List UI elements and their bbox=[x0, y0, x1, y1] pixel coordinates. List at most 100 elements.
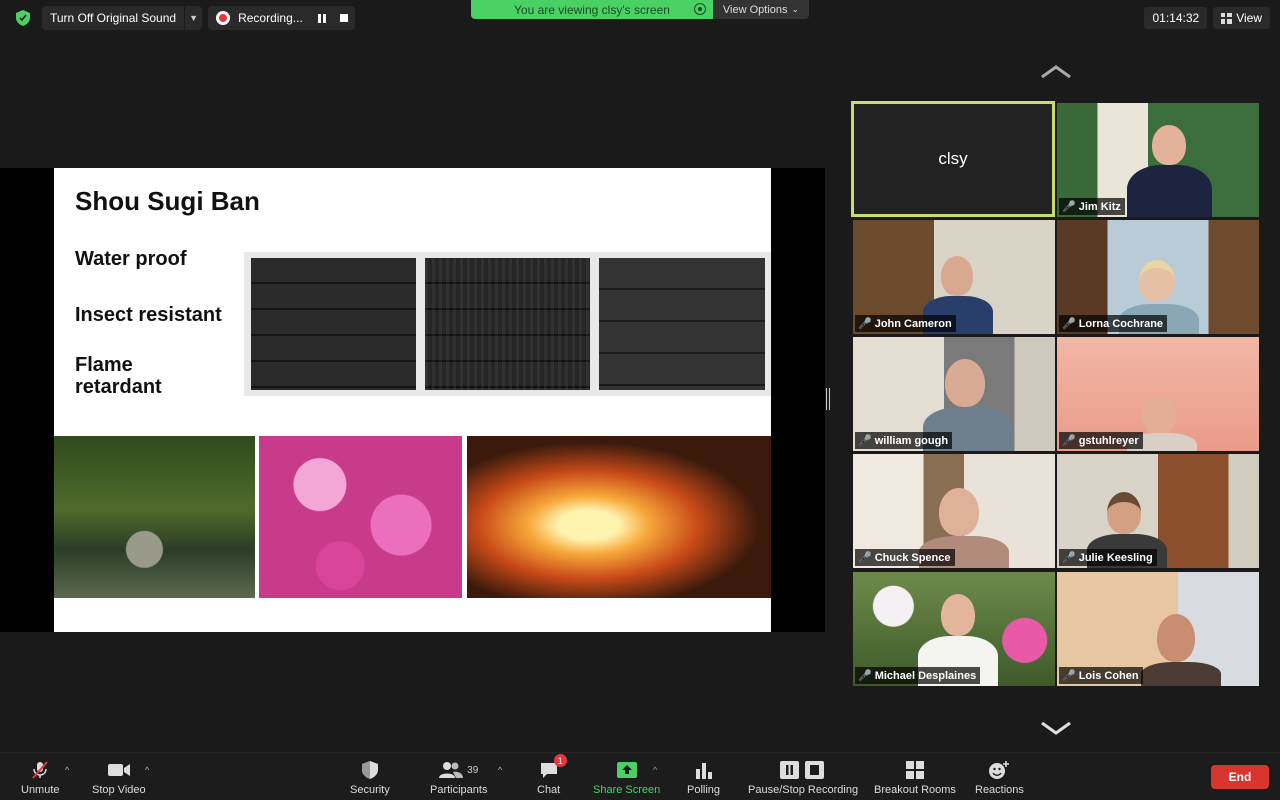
participant-face bbox=[1107, 492, 1141, 534]
chevron-up-icon[interactable]: ^ bbox=[65, 765, 69, 775]
slide-bullet: Insect resistant bbox=[75, 304, 222, 326]
participant-name-tag: 🎤 gstuhlreyer bbox=[1059, 432, 1143, 449]
reactions-button[interactable]: Reactions bbox=[975, 759, 1024, 796]
view-options-button[interactable]: View Options ⌄ bbox=[713, 0, 809, 19]
grid-icon bbox=[1221, 12, 1233, 24]
video-tile[interactable]: 🎤 Jim Kitz bbox=[1057, 103, 1259, 217]
smiley-icon bbox=[988, 759, 1010, 781]
recording-label: Recording... bbox=[238, 11, 303, 25]
stop-recording-icon[interactable] bbox=[333, 6, 355, 30]
muted-mic-icon: 🎤 bbox=[858, 670, 872, 682]
stop-video-button[interactable]: Stop Video bbox=[92, 759, 146, 796]
chevron-down-icon[interactable] bbox=[1040, 720, 1072, 736]
participant-body bbox=[1127, 165, 1212, 217]
slide-bullet: Water proof bbox=[75, 248, 187, 270]
video-tile[interactable]: 🎤 gstuhlreyer bbox=[1057, 337, 1259, 451]
muted-mic-icon: 🎤 bbox=[858, 552, 872, 564]
stop-video-label: Stop Video bbox=[92, 784, 146, 796]
presentation-slide: Shou Sugi Ban Water proof Insect resista… bbox=[54, 168, 771, 632]
participant-name: Lois Cohen bbox=[1078, 669, 1139, 682]
participants-label: Participants bbox=[430, 784, 488, 796]
participant-name-tag: 🎤 william gough bbox=[855, 432, 953, 449]
unmute-button[interactable]: Unmute bbox=[21, 759, 60, 796]
recording-indicator: Recording... bbox=[208, 6, 355, 30]
participant-name: Jim Kitz bbox=[1078, 200, 1121, 213]
participant-name: Lorna Cochrane bbox=[1078, 317, 1164, 330]
pause-recording-icon[interactable] bbox=[311, 6, 333, 30]
participants-button[interactable]: 39 Participants bbox=[430, 759, 487, 796]
participant-name-tag: 🎤 Michael Desplaines bbox=[855, 667, 981, 684]
chevron-up-icon[interactable]: ^ bbox=[498, 765, 502, 775]
video-tile[interactable]: 🎤 Lorna Cochrane bbox=[1057, 220, 1259, 334]
chevron-up-icon[interactable] bbox=[1040, 64, 1072, 80]
muted-mic-icon: 🎤 bbox=[858, 435, 872, 447]
top-left-controls: Turn Off Original Sound ▼ Recording... bbox=[10, 6, 355, 30]
burning-wood-image bbox=[467, 436, 771, 598]
participants-count: 39 bbox=[467, 764, 479, 776]
participant-name-tag: 🎤 Chuck Spence bbox=[855, 549, 955, 566]
chat-button[interactable]: 1 Chat bbox=[537, 754, 567, 796]
slide-bullet: Flame retardant bbox=[75, 354, 162, 398]
participant-body bbox=[1141, 662, 1221, 686]
encryption-shield-icon[interactable] bbox=[10, 6, 36, 30]
chevron-up-icon[interactable]: ^ bbox=[145, 765, 149, 775]
chevron-up-icon[interactable]: ^ bbox=[653, 765, 657, 775]
participant-name: william gough bbox=[874, 434, 949, 447]
charred-wood-image bbox=[425, 258, 590, 390]
participant-face bbox=[1157, 614, 1195, 662]
chat-label: Chat bbox=[537, 784, 561, 796]
security-label: Security bbox=[350, 784, 390, 796]
share-screen-label: Share Screen bbox=[593, 784, 661, 796]
video-camera-icon bbox=[107, 759, 131, 781]
view-layout-label: View bbox=[1236, 11, 1262, 25]
security-button[interactable]: Security bbox=[350, 759, 390, 796]
recording-dot-icon bbox=[216, 11, 231, 25]
view-options-label: View Options bbox=[722, 3, 788, 16]
bar-chart-icon bbox=[695, 759, 713, 781]
muted-mic-icon: 🎤 bbox=[1062, 201, 1076, 213]
breakout-rooms-button[interactable]: Breakout Rooms bbox=[874, 759, 956, 796]
participant-face bbox=[939, 488, 979, 536]
active-speaker-name: clsy bbox=[938, 149, 968, 168]
participant-name-tag: 🎤 Jim Kitz bbox=[1059, 198, 1125, 215]
reactions-label: Reactions bbox=[975, 784, 1024, 796]
participant-face bbox=[1142, 395, 1176, 435]
video-tile[interactable]: 🎤 william gough bbox=[853, 337, 1055, 451]
video-tile[interactable]: 🎤 Chuck Spence bbox=[853, 454, 1055, 568]
viewing-banner-text-box: You are viewing clsy's screen bbox=[471, 0, 713, 19]
chat-unread-badge: 1 bbox=[553, 754, 567, 767]
video-tile-active-speaker[interactable]: clsy bbox=[851, 101, 1055, 217]
participant-name-tag: 🎤 Lorna Cochrane bbox=[1059, 315, 1168, 332]
participant-name: Julie Keesling bbox=[1078, 551, 1153, 564]
polling-button[interactable]: Polling bbox=[687, 759, 720, 796]
video-tile[interactable]: 🎤 Julie Keesling bbox=[1057, 454, 1259, 568]
video-tile[interactable]: 🎤 John Cameron bbox=[853, 220, 1055, 334]
view-layout-button[interactable]: View bbox=[1213, 7, 1270, 29]
muted-mic-icon: 🎤 bbox=[1062, 318, 1076, 330]
chevron-down-icon: ⌄ bbox=[791, 4, 800, 14]
muted-mic-icon: 🎤 bbox=[858, 318, 872, 330]
share-screen-icon bbox=[616, 759, 638, 781]
breakout-rooms-icon bbox=[905, 759, 924, 781]
participant-face bbox=[945, 359, 985, 407]
split-resize-handle[interactable] bbox=[826, 388, 830, 410]
participant-name: John Cameron bbox=[874, 317, 952, 330]
chat-bubble-icon: 1 bbox=[539, 754, 567, 781]
end-meeting-button[interactable]: End bbox=[1211, 765, 1269, 789]
chevron-down-icon[interactable]: ▼ bbox=[184, 6, 202, 30]
pause-stop-recording-button[interactable]: Pause/Stop Recording bbox=[748, 759, 858, 796]
info-icon[interactable] bbox=[694, 3, 706, 15]
participant-face bbox=[941, 594, 975, 636]
meeting-timer: 01:14:32 bbox=[1144, 7, 1208, 29]
charred-wood-image bbox=[599, 258, 765, 390]
original-sound-toggle[interactable]: Turn Off Original Sound ▼ bbox=[42, 6, 203, 30]
video-tile[interactable]: 🎤 Lois Cohen bbox=[1057, 572, 1259, 686]
share-screen-button[interactable]: Share Screen bbox=[593, 759, 660, 796]
participant-face bbox=[1152, 125, 1186, 165]
shared-screen[interactable]: Shou Sugi Ban Water proof Insect resista… bbox=[0, 168, 825, 632]
video-tile[interactable]: 🎤 Michael Desplaines bbox=[853, 572, 1055, 686]
meeting-toolbar: Unmute ^ Stop Video ^ Security 39 Partic… bbox=[0, 752, 1280, 800]
charred-wood-images bbox=[244, 252, 771, 396]
azalea-flowers-image bbox=[259, 436, 462, 598]
breakout-rooms-label: Breakout Rooms bbox=[874, 784, 956, 796]
